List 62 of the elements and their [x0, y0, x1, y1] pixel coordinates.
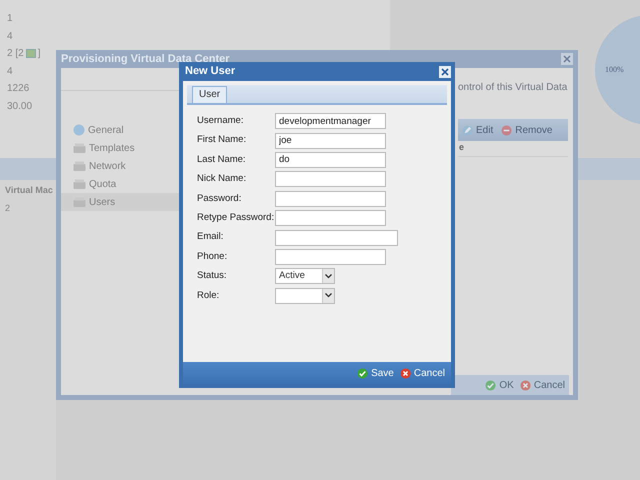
remove-icon — [501, 124, 512, 136]
input-field[interactable] — [275, 230, 398, 246]
nav-item[interactable]: Templates — [61, 139, 179, 157]
value-text: 30.00 — [7, 100, 32, 114]
nav-item[interactable]: Quota — [61, 175, 179, 193]
nav-item[interactable]: Network — [61, 157, 179, 175]
check-icon — [357, 368, 368, 378]
cancel-icon — [520, 380, 531, 390]
input-field[interactable] — [275, 210, 386, 226]
field-label: Username: — [197, 114, 244, 128]
caret-icon — [325, 274, 332, 279]
column-header: e — [458, 141, 568, 157]
value-text: 2 [2 — [7, 47, 24, 62]
input-field[interactable] — [275, 190, 386, 207]
bracket-text: ] — [38, 47, 40, 62]
drive-icon — [73, 142, 86, 154]
nav-item[interactable]: General — [61, 121, 179, 139]
close-button[interactable] — [439, 66, 451, 78]
field-label: Status: — [197, 269, 228, 284]
input-field[interactable]: do — [275, 152, 386, 168]
value-text: 4 — [7, 64, 13, 79]
cancel-button[interactable]: Cancel — [520, 378, 565, 392]
value-text: 1226 — [7, 82, 30, 96]
field-label: Retype Password: — [197, 211, 275, 226]
field-label: Phone: — [197, 250, 228, 264]
value-text: 1 — [7, 12, 13, 26]
modal-title: New User — [185, 64, 236, 80]
drive-icon — [73, 160, 86, 172]
field-label: Password: — [197, 192, 242, 206]
field-label: Email: — [197, 230, 224, 244]
field-label: Nick Name: — [197, 172, 248, 186]
section-value: 2 — [5, 202, 12, 214]
close-icon — [441, 68, 449, 76]
tab[interactable]: User — [192, 86, 228, 103]
edit-icon — [462, 124, 473, 136]
close-icon — [563, 55, 571, 63]
edit-button[interactable]: Edit — [462, 122, 494, 138]
globe-icon — [73, 124, 85, 136]
caret-icon — [325, 293, 332, 298]
cancel-icon — [400, 368, 411, 378]
select-field[interactable]: Active — [275, 268, 335, 284]
close-button[interactable] — [561, 53, 573, 65]
field-label: First Name: — [197, 133, 248, 148]
input-field[interactable]: developmentmanager — [275, 113, 386, 130]
nav-item[interactable]: Users — [61, 193, 179, 211]
check-icon — [485, 380, 496, 390]
pie-chart: 100% — [595, 15, 640, 125]
field-label: Role: — [197, 288, 220, 303]
input-field[interactable] — [275, 171, 386, 188]
dialog-title: Provisioning Virtual Data Center — [61, 52, 230, 66]
save-button[interactable]: Save — [357, 366, 394, 380]
field-label: Last Name: — [197, 152, 247, 167]
ok-button[interactable]: OK — [485, 378, 514, 392]
drive-icon — [73, 178, 86, 190]
value-text: 4 — [7, 30, 13, 44]
remove-button[interactable]: Remove — [501, 122, 552, 138]
description-text: ontrol of this Virtual Data — [458, 81, 568, 95]
section-label: Virtual Mac — [5, 184, 54, 197]
select-field[interactable] — [275, 288, 335, 304]
input-field[interactable] — [275, 248, 386, 265]
input-field[interactable]: joe — [275, 132, 386, 149]
cancel-button[interactable]: Cancel — [400, 366, 445, 380]
